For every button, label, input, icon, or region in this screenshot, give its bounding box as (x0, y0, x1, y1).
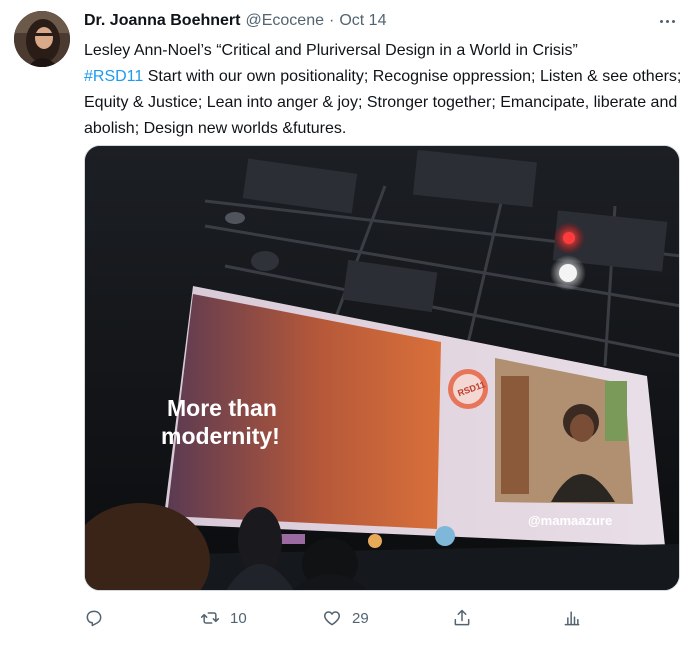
avatar[interactable] (14, 11, 70, 67)
like-count: 29 (352, 609, 369, 627)
analytics-icon (564, 611, 580, 626)
author-handle[interactable]: @Ecocene (245, 12, 324, 30)
tweet-text-intro: Lesley Ann-Noel’s “Critical and Pluriver… (84, 42, 578, 59)
action-bar: 10 29 (84, 600, 684, 636)
heart-icon (323, 611, 341, 626)
analytics-button[interactable] (562, 600, 582, 636)
tweet: Dr. Joanna Boehnert @Ecocene · Oct 14 Le… (0, 0, 700, 651)
reply-icon (86, 610, 102, 627)
hashtag-link[interactable]: #RSD11 (84, 68, 143, 85)
tweet-header: Dr. Joanna Boehnert @Ecocene · Oct 14 (84, 12, 386, 34)
avatar-photo (14, 11, 70, 67)
retweet-button[interactable]: 10 (200, 600, 247, 636)
tweet-date[interactable]: Oct 14 (339, 12, 386, 30)
separator-dot: · (329, 12, 335, 29)
retweet-icon (200, 612, 220, 624)
video-caption: @mamaazure (528, 513, 612, 528)
retweet-count: 10 (230, 609, 247, 627)
more-options-icon[interactable] (654, 10, 680, 32)
reply-button[interactable] (84, 600, 104, 636)
share-icon (454, 609, 470, 626)
like-button[interactable]: 29 (322, 600, 369, 636)
conference-photo: More than modernity! RSD11 @mamaazure (85, 146, 679, 590)
slide-text-line1: More than (167, 395, 277, 421)
share-button[interactable] (452, 600, 472, 636)
slide-text-line2: modernity! (161, 423, 280, 449)
tweet-text: Lesley Ann-Noel’s “Critical and Pluriver… (84, 38, 684, 142)
tweet-photo[interactable]: More than modernity! RSD11 @mamaazure (84, 145, 680, 591)
tweet-text-body: Start with our own positionality; Recogn… (84, 68, 682, 137)
author-name[interactable]: Dr. Joanna Boehnert (84, 12, 240, 30)
